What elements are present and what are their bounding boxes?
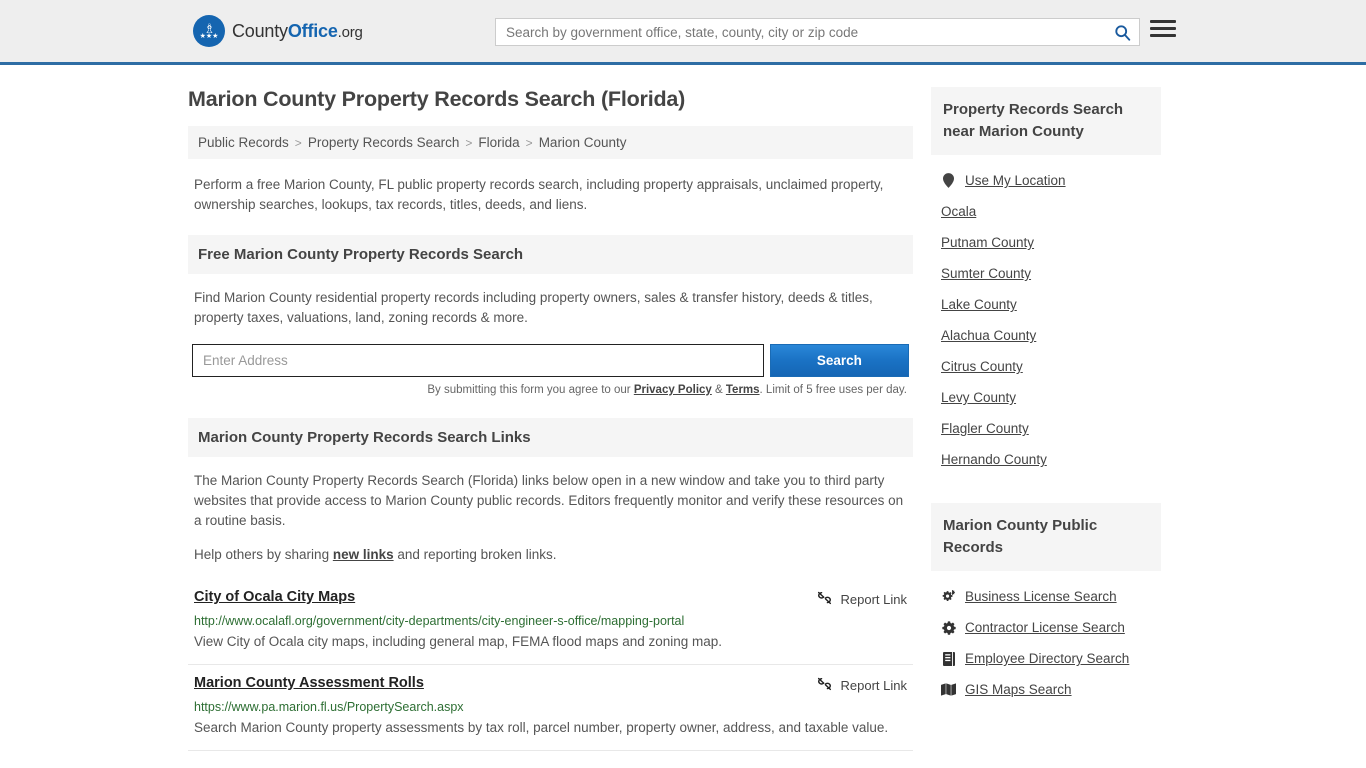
- stars-glyph: ★★★: [199, 33, 219, 40]
- sidebar-item-alachua-county[interactable]: Alachua County: [931, 320, 1161, 351]
- search-button[interactable]: Search: [769, 344, 909, 377]
- sidebar-item-levy-county[interactable]: Levy County: [931, 382, 1161, 413]
- sidebar-item-label: Contractor License Search: [965, 620, 1125, 635]
- sidebar-item-label: Putnam County: [941, 235, 1035, 250]
- report-link-button[interactable]: Report Link: [816, 589, 907, 608]
- new-links-link[interactable]: new links: [333, 547, 394, 562]
- sidebar-item-contractor-license-search[interactable]: Contractor License Search: [931, 612, 1161, 643]
- sidebar-item-flagler-county[interactable]: Flagler County: [931, 413, 1161, 444]
- sidebar-public-records-block: Marion County Public Records Business Li…: [931, 503, 1161, 709]
- breadcrumb-item-florida[interactable]: Florida: [478, 135, 519, 150]
- cogs-icon: [941, 590, 956, 603]
- disclaimer-prefix: By submitting this form you agree to our: [427, 384, 634, 396]
- sidebar-public-records-list: Business License Search Contractor Licen…: [931, 571, 1161, 709]
- sidebar-item-sumter-county[interactable]: Sumter County: [931, 258, 1161, 289]
- sidebar-item-use-my-location[interactable]: Use My Location: [931, 165, 1161, 196]
- report-link-button[interactable]: Report Link: [816, 675, 907, 694]
- link-entry-url[interactable]: http://www.ocalafl.org/government/city-d…: [194, 614, 907, 628]
- site-logo[interactable]: ♗ ★★★ CountyOffice.org: [193, 15, 363, 47]
- sidebar-item-label: Employee Directory Search: [965, 651, 1130, 666]
- logo-wordmark: CountyOffice.org: [232, 21, 363, 42]
- sidebar-item-ocala[interactable]: Ocala: [931, 196, 1161, 227]
- logo-part-county: County: [232, 20, 288, 41]
- sidebar-item-lake-county[interactable]: Lake County: [931, 289, 1161, 320]
- page-title: Marion County Property Records Search (F…: [188, 87, 686, 111]
- main-column: Marion County Property Records Search (F…: [188, 87, 913, 751]
- free-search-heading: Free Marion County Property Records Sear…: [188, 235, 913, 274]
- help-share-text: Help others by sharing new links and rep…: [188, 545, 913, 565]
- sidebar-item-label: GIS Maps Search: [965, 682, 1072, 697]
- sidebar: Property Records Search near Marion Coun…: [931, 87, 1161, 751]
- logo-part-org: .org: [337, 23, 363, 41]
- sidebar-item-label: Ocala: [941, 204, 977, 219]
- page-body: Marion County Property Records Search (F…: [0, 65, 1366, 751]
- book-icon: [941, 651, 956, 666]
- hamburger-bar: [1150, 27, 1176, 30]
- terms-link[interactable]: Terms: [726, 384, 760, 396]
- sidebar-item-label: Sumter County: [941, 266, 1032, 281]
- sidebar-item-label: Lake County: [941, 297, 1017, 312]
- broken-link-icon: [816, 676, 833, 694]
- breadcrumb: Public Records > Property Records Search…: [188, 126, 913, 159]
- sidebar-item-label: Use My Location: [965, 173, 1066, 188]
- sidebar-item-label: Business License Search: [965, 589, 1117, 604]
- sidebar-nearby-heading: Property Records Search near Marion Coun…: [931, 87, 1161, 155]
- hamburger-menu-icon[interactable]: [1150, 20, 1176, 37]
- help-prefix: Help others by sharing: [194, 547, 333, 562]
- address-input[interactable]: [192, 344, 764, 377]
- sidebar-item-label: Hernando County: [941, 452, 1047, 467]
- link-entry: City of Ocala City Maps Report Link http…: [188, 579, 913, 665]
- sidebar-item-hernando-county[interactable]: Hernando County: [931, 444, 1161, 475]
- breadcrumb-item-marion-county[interactable]: Marion County: [539, 135, 627, 150]
- search-input[interactable]: [496, 19, 1105, 45]
- map-pin-icon: [941, 173, 956, 188]
- sidebar-nearby-list: Use My Location Ocala Putnam County Sumt…: [931, 155, 1161, 479]
- hamburger-bar: [1150, 20, 1176, 23]
- disclaimer-amp: &: [711, 384, 726, 396]
- sidebar-public-records-heading: Marion County Public Records: [931, 503, 1161, 571]
- link-entry-title[interactable]: City of Ocala City Maps: [194, 589, 355, 605]
- broken-link-icon: [816, 590, 833, 608]
- site-header: ♗ ★★★ CountyOffice.org: [0, 0, 1366, 65]
- sidebar-item-gis-maps-search[interactable]: GIS Maps Search: [931, 674, 1161, 705]
- help-suffix: and reporting broken links.: [393, 547, 557, 562]
- link-entry: Marion County Assessment Rolls Report Li…: [188, 665, 913, 751]
- sidebar-item-citrus-county[interactable]: Citrus County: [931, 351, 1161, 382]
- link-entry-description: Search Marion County property assessment…: [194, 720, 889, 735]
- cog-icon: [941, 620, 956, 635]
- link-entry-title[interactable]: Marion County Assessment Rolls: [194, 675, 424, 691]
- sidebar-item-label: Alachua County: [941, 328, 1037, 343]
- breadcrumb-separator: >: [525, 135, 533, 150]
- sidebar-item-putnam-county[interactable]: Putnam County: [931, 227, 1161, 258]
- privacy-policy-link[interactable]: Privacy Policy: [634, 384, 712, 396]
- county-office-emblem-icon: ♗ ★★★: [193, 15, 225, 47]
- global-search-bar[interactable]: [495, 18, 1140, 46]
- link-entry-description: View City of Ocala city maps, including …: [194, 634, 723, 649]
- links-section-paragraph: The Marion County Property Records Searc…: [194, 473, 904, 528]
- free-search-description: Find Marion County residential property …: [194, 290, 873, 325]
- form-disclaimer: By submitting this form you agree to our…: [188, 377, 913, 396]
- report-link-label: Report Link: [840, 677, 907, 693]
- map-icon: [941, 683, 956, 696]
- breadcrumb-item-property-records-search[interactable]: Property Records Search: [308, 135, 460, 150]
- hamburger-bar: [1150, 34, 1176, 37]
- report-link-label: Report Link: [840, 591, 907, 607]
- address-search-form: Search: [188, 344, 913, 377]
- links-section-heading: Marion County Property Records Search Li…: [188, 418, 913, 457]
- breadcrumb-separator: >: [465, 135, 473, 150]
- breadcrumb-item-public-records[interactable]: Public Records: [198, 135, 289, 150]
- logo-part-office: Office: [287, 20, 338, 41]
- breadcrumb-separator: >: [294, 135, 302, 150]
- link-entry-url[interactable]: https://www.pa.marion.fl.us/PropertySear…: [194, 700, 907, 714]
- sidebar-item-label: Levy County: [941, 390, 1017, 405]
- intro-paragraph: Perform a free Marion County, FL public …: [194, 177, 884, 212]
- sidebar-item-label: Citrus County: [941, 359, 1023, 374]
- eagle-glyph: ♗: [203, 21, 216, 36]
- sidebar-item-employee-directory-search[interactable]: Employee Directory Search: [931, 643, 1161, 674]
- disclaimer-suffix: . Limit of 5 free uses per day.: [759, 384, 907, 396]
- sidebar-item-label: Flagler County: [941, 421, 1029, 436]
- search-icon[interactable]: [1105, 19, 1139, 45]
- sidebar-item-business-license-search[interactable]: Business License Search: [931, 581, 1161, 612]
